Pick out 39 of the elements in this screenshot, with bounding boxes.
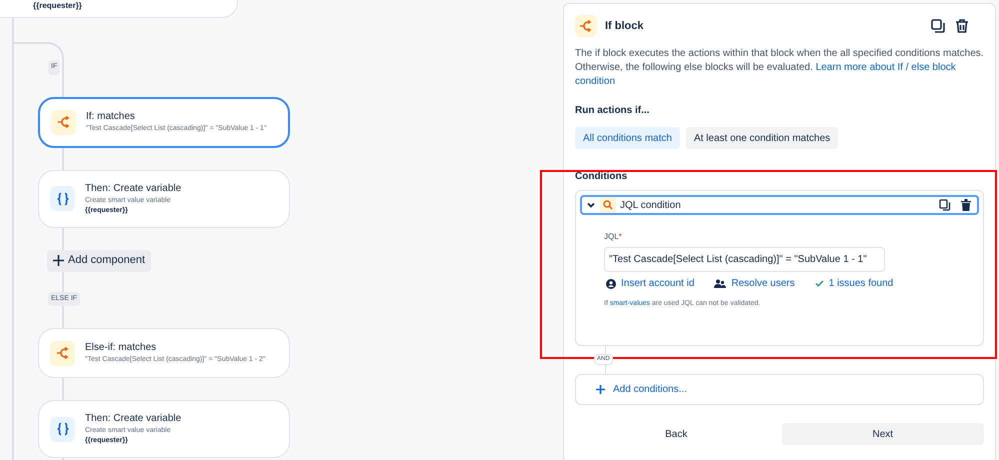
section-label: Run actions if...: [575, 104, 650, 118]
card-title: Then: Create variable: [85, 182, 182, 194]
condition-header[interactable]: JQL condition: [580, 195, 979, 215]
action-link[interactable]: Resolve users: [731, 276, 795, 291]
plus-icon: [596, 385, 605, 394]
match-option[interactable]: At least one condition matches: [686, 127, 838, 149]
check-icon: [814, 279, 824, 288]
braces-icon: [50, 186, 75, 211]
card-title: Then: Create variable: [85, 412, 182, 425]
branch-icon: [50, 340, 75, 366]
add-component-button[interactable]: Add component: [47, 250, 152, 272]
card-title: Else-if: matches: [85, 341, 158, 354]
braces-icon: [50, 416, 75, 442]
delete-icon[interactable]: [961, 199, 971, 211]
action-link[interactable]: Insert account id: [621, 276, 694, 291]
duplicate-icon[interactable]: [939, 199, 951, 211]
branch-icon: [575, 15, 597, 37]
people-icon: [714, 278, 726, 288]
section-label: Conditions: [575, 170, 628, 184]
match-option[interactable]: All conditions match: [575, 127, 680, 149]
condition-title: JQL condition: [620, 198, 682, 212]
search-icon: [600, 197, 616, 213]
footer-button[interactable]: Next: [782, 423, 984, 445]
delete-icon[interactable]: [954, 18, 970, 34]
user-icon: [606, 278, 616, 288]
plus-icon: [53, 255, 64, 266]
card-detail: {{requester}}: [33, 0, 82, 12]
branch-icon: [51, 110, 76, 134]
jql-input-field[interactable]: "Test Cascade[Select List (cascading)]" = "SubValue 1 - 1": [604, 247, 885, 272]
learn-more-link[interactable]: condition: [575, 76, 616, 87]
add-conditions-button[interactable]: Add conditions...: [575, 374, 984, 405]
panel-title: If block: [605, 18, 645, 34]
required-mark: *: [618, 231, 622, 243]
card-title: If: matches: [86, 110, 136, 123]
action-link[interactable]: 1 issues found: [828, 276, 894, 291]
description-text: The if block executes the actions within that block when the all specified conditions matches. Otherwise, the following else blocks will be evaluated. Learn more about If / else block condition: [575, 47, 984, 89]
learn-more-link[interactable]: Learn more about If / else block: [816, 62, 956, 73]
field-label: JQL: [604, 231, 619, 243]
duplicate-icon[interactable]: [930, 18, 946, 34]
